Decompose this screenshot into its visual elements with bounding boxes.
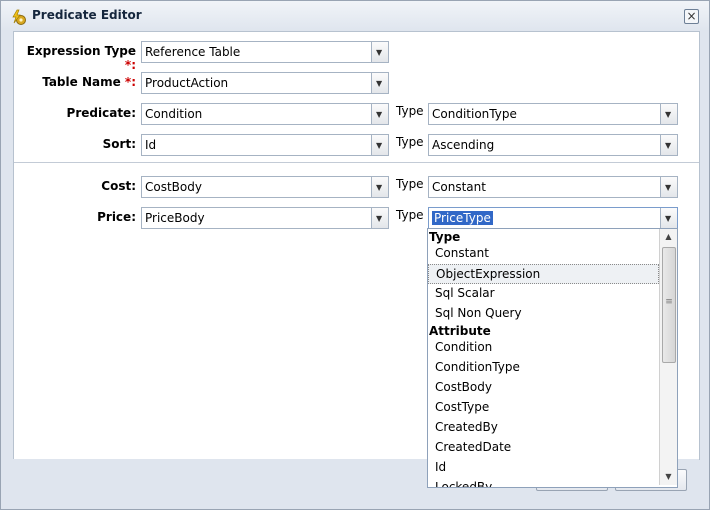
lightning-gear-icon xyxy=(12,9,26,25)
section-divider xyxy=(14,162,699,163)
expression-type-label: Expression Type *: xyxy=(26,44,136,72)
list-item[interactable]: CostType xyxy=(428,398,659,418)
sort-type-value: Ascending xyxy=(432,138,495,152)
list-item[interactable]: LockedBy xyxy=(428,478,659,487)
chevron-down-icon[interactable]: ▼ xyxy=(660,208,677,228)
list-item[interactable]: ConditionType xyxy=(428,358,659,378)
list-item[interactable]: CostBody xyxy=(428,378,659,398)
scrollbar-thumb[interactable]: ≡ xyxy=(662,247,676,363)
predicate-type-value: ConditionType xyxy=(432,107,517,121)
chevron-down-icon[interactable]: ▼ xyxy=(660,135,677,155)
list-item[interactable]: Sql Scalar xyxy=(428,284,659,304)
arrow-up-icon[interactable]: ▲ xyxy=(660,229,677,245)
table-name-value: ProductAction xyxy=(145,76,229,90)
close-button[interactable]: × xyxy=(684,9,699,24)
chevron-down-icon[interactable]: ▼ xyxy=(660,177,677,197)
close-icon: × xyxy=(686,9,697,23)
grip-icon: ≡ xyxy=(665,297,673,307)
predicate-combo[interactable]: Condition ▼ xyxy=(141,103,389,125)
predicate-value: Condition xyxy=(145,107,203,121)
cost-type-value: Constant xyxy=(432,180,486,194)
chevron-down-icon[interactable]: ▼ xyxy=(371,104,388,124)
predicate-type-label: Type xyxy=(396,104,424,118)
sort-type-label: Type xyxy=(396,135,424,149)
predicate-type-combo[interactable]: ConditionType ▼ xyxy=(428,103,678,125)
chevron-down-icon[interactable]: ▼ xyxy=(371,73,388,93)
sort-label: Sort: xyxy=(102,137,136,151)
group-header-type: Type xyxy=(429,230,461,244)
price-type-value[interactable]: PriceType xyxy=(432,211,493,225)
sort-value: Id xyxy=(145,138,157,152)
cost-label: Cost: xyxy=(101,179,136,193)
expression-type-value: Reference Table xyxy=(145,45,241,59)
sort-combo[interactable]: Id ▼ xyxy=(141,134,389,156)
price-type-dropdown-list: Type Constant ObjectExpression Sql Scala… xyxy=(427,228,678,488)
chevron-down-icon[interactable]: ▼ xyxy=(371,208,388,228)
expression-type-combo[interactable]: Reference Table ▼ xyxy=(141,41,389,63)
price-combo[interactable]: PriceBody ▼ xyxy=(141,207,389,229)
price-type-label: Type xyxy=(396,208,424,222)
chevron-down-icon[interactable]: ▼ xyxy=(371,177,388,197)
price-value: PriceBody xyxy=(145,211,205,225)
list-item[interactable]: CreatedBy xyxy=(428,418,659,438)
list-item-highlighted[interactable]: ObjectExpression xyxy=(428,264,659,284)
title-bar: Predicate Editor × xyxy=(1,1,709,31)
predicate-label: Predicate: xyxy=(66,106,136,120)
chevron-down-icon[interactable]: ▼ xyxy=(660,104,677,124)
dropdown-scrollbar[interactable]: ▲ ≡ ▼ xyxy=(659,229,677,485)
window-title: Predicate Editor xyxy=(32,8,142,22)
cost-type-label: Type xyxy=(396,177,424,191)
price-type-combo[interactable]: PriceType ▼ xyxy=(428,207,678,229)
table-name-label: Table Name *: xyxy=(42,75,136,89)
required-mark: *: xyxy=(124,58,136,72)
arrow-down-icon[interactable]: ▼ xyxy=(660,469,677,485)
table-name-combo[interactable]: ProductAction ▼ xyxy=(141,72,389,94)
list-item[interactable]: Constant xyxy=(428,244,659,264)
cost-type-combo[interactable]: Constant ▼ xyxy=(428,176,678,198)
chevron-down-icon[interactable]: ▼ xyxy=(371,42,388,62)
list-item[interactable]: Id xyxy=(428,458,659,478)
cost-value: CostBody xyxy=(145,180,202,194)
cost-combo[interactable]: CostBody ▼ xyxy=(141,176,389,198)
list-item[interactable]: Sql Non Query xyxy=(428,304,659,324)
list-item[interactable]: Condition xyxy=(428,338,659,358)
list-item[interactable]: CreatedDate xyxy=(428,438,659,458)
required-mark: *: xyxy=(124,75,136,89)
chevron-down-icon[interactable]: ▼ xyxy=(371,135,388,155)
price-label: Price: xyxy=(97,210,136,224)
group-header-attribute: Attribute xyxy=(429,324,491,338)
sort-type-combo[interactable]: Ascending ▼ xyxy=(428,134,678,156)
